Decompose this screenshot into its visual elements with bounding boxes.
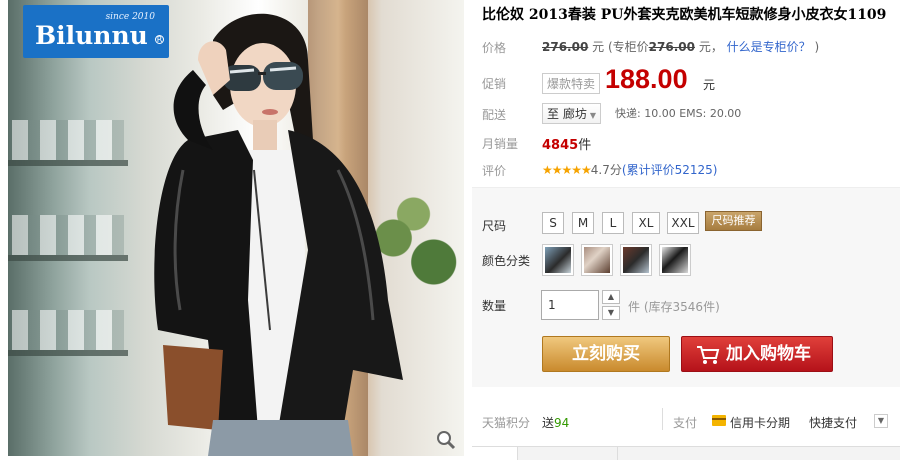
color-swatch-1[interactable] (542, 244, 574, 276)
what-is-counter-price-link[interactable]: 什么是专柜价？ (727, 40, 811, 54)
promo-price: 188.00 (605, 64, 688, 94)
quantity-increase-icon[interactable]: ▲ (602, 290, 620, 304)
color-swatch-2[interactable] (581, 244, 613, 276)
quantity-decrease-icon[interactable]: ▼ (602, 306, 620, 320)
size-option-l[interactable]: L (602, 212, 624, 234)
color-swatch-4[interactable] (659, 244, 691, 276)
purchase-options: 尺码 S M L XL XXL 尺码推荐 颜色分类 数量 1 ▲ ▼ 件 (库存… (472, 187, 900, 387)
brand-name: Bilunnu (35, 21, 148, 50)
tab-placeholder[interactable] (472, 447, 518, 460)
color-label: 颜色分类 (482, 254, 531, 268)
detail-tab-bar (472, 446, 900, 460)
original-price-unit: 元 (592, 40, 605, 54)
promo-price-unit: 元 (703, 78, 716, 92)
shipping-fees: 快递: 10.00 EMS: 20.00 (615, 107, 742, 120)
stock-count: (库存3546件) (643, 300, 720, 314)
original-price: 276.00 元 (专柜价276.00 元， 什么是专柜价？ ) (542, 38, 819, 55)
counter-price-prefix: (专柜价 (607, 40, 649, 54)
counter-price-suffix: 元， (698, 40, 723, 54)
size-option-xxl[interactable]: XXL (667, 212, 699, 234)
quantity-input[interactable]: 1 (541, 290, 599, 320)
quick-pay-link[interactable]: 快捷支付 (809, 414, 857, 431)
card-installment-link[interactable]: 信用卡分期 (730, 414, 790, 431)
size-label: 尺码 (482, 219, 507, 233)
chevron-down-icon: ▼ (589, 111, 596, 120)
tmall-points-label: 天猫积分 (482, 416, 531, 430)
tmall-points-value: 94 (554, 416, 570, 430)
cart-icon (697, 346, 720, 364)
monthly-sales-count: 4845 (542, 138, 579, 153)
size-option-m[interactable]: M (572, 212, 594, 234)
add-to-cart-button[interactable]: 加入购物车 (681, 336, 833, 372)
size-recommend-button[interactable]: 尺码推荐 (705, 211, 762, 231)
shipping-destination-select[interactable]: 至 廊坊 ▼ (542, 103, 601, 124)
rating: ★★★★★4.7分(累计评价52125) (542, 161, 717, 178)
add-to-cart-label: 加入购物车 (726, 344, 811, 364)
color-swatch-3[interactable] (620, 244, 652, 276)
size-option-s[interactable]: S (542, 212, 564, 234)
model-figure (154, 13, 403, 456)
tmall-points-prefix: 送 (542, 416, 555, 430)
shipping-label: 配送 (482, 108, 507, 122)
stock-info: 件 (库存3546件) (628, 298, 720, 315)
payment-label: 支付 (673, 416, 698, 430)
rating-label: 评价 (482, 164, 507, 178)
promo-tag: 爆款特卖 (542, 73, 601, 94)
product-info-panel: 比伦奴 2013春装 PU外套夹克欧美机车短款修身小皮衣女1109 价格 276… (472, 0, 900, 460)
shipping-destination: 至 廊坊 (547, 107, 587, 121)
size-option-xl[interactable]: XL (632, 212, 660, 234)
price-label: 价格 (482, 41, 507, 55)
product-title: 比伦奴 2013春装 PU外套夹克欧美机车短款修身小皮衣女1109 (482, 7, 887, 23)
registered-mark: R (155, 35, 164, 44)
monthly-sales: 4845件 (542, 134, 591, 153)
brand-logo: since 2010 Bilunnu R (23, 5, 169, 58)
original-price-value: 276.00 (542, 40, 589, 54)
credit-card-icon (712, 415, 726, 426)
buy-now-button[interactable]: 立刻购买 (542, 336, 670, 372)
monthly-sales-unit: 件 (578, 138, 592, 153)
divider (662, 408, 663, 430)
promo-label: 促销 (482, 77, 507, 91)
chevron-down-icon[interactable]: ▼ (874, 414, 888, 428)
quantity-unit: 件 (628, 300, 641, 314)
review-count-link[interactable]: (累计评价52125) (622, 163, 718, 177)
rating-score: 4.7分 (590, 163, 622, 177)
counter-price-close: ) (814, 40, 820, 54)
quantity-label: 数量 (482, 299, 507, 313)
tab-placeholder[interactable] (572, 447, 618, 460)
tmall-points: 送94 (542, 414, 569, 431)
monthly-sales-label: 月销量 (482, 137, 519, 151)
product-main-image[interactable]: since 2010 Bilunnu R (8, 0, 464, 456)
star-rating-icon: ★★★★★ (542, 163, 592, 177)
counter-price-value: 276.00 (648, 40, 695, 54)
payment-bar: 天猫积分 送94 支付 信用卡分期 快捷支付 ▼ (472, 404, 900, 434)
zoom-icon[interactable] (436, 430, 456, 450)
